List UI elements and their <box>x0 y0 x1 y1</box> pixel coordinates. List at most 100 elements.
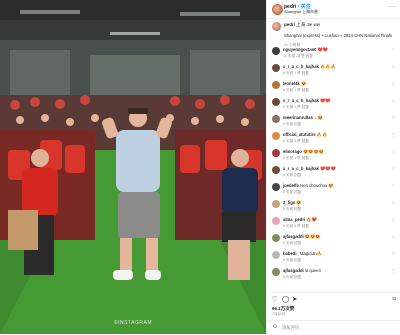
comment-meta[interactable]: 6 天前 1 赞 回复 <box>283 71 309 76</box>
post-dialog: ©INSTAGRAM pedri · 关注 Shanghai 上海市香 ··· … <box>0 0 400 334</box>
comment-text: ❤️❤️❤️ <box>320 166 336 171</box>
commenter-avatar[interactable] <box>272 251 280 259</box>
commenter-avatar[interactable] <box>272 217 280 225</box>
commenter-username[interactable]: alma_pedri <box>283 217 305 222</box>
commenter-username[interactable]: ajfasgaddi <box>283 268 304 273</box>
commenter-avatar[interactable] <box>272 183 280 191</box>
comment-like-icon[interactable]: ♡ <box>392 65 396 71</box>
comment-like-icon[interactable]: ♡ <box>392 116 396 122</box>
comment-icon[interactable]: ◯ <box>282 296 289 303</box>
comment-like-icon[interactable]: ♡ <box>392 235 396 241</box>
commenter-avatar[interactable] <box>272 115 280 123</box>
comment-row: official_atututirs 🔥🔥 6 天前 1 赞 回复 ♡ <box>267 131 400 148</box>
comment-meta[interactable]: 6 天前 1 赞 回复 <box>283 105 309 110</box>
comment-text-line: alma_pedri 🔥❤️ <box>283 217 387 223</box>
caption-username[interactable]: pedri <box>284 22 295 27</box>
commenter-username[interactable]: leonel4k <box>283 81 300 86</box>
emoji-icon[interactable]: ☺ <box>272 324 278 330</box>
bookmark-icon[interactable]: ⌑ <box>393 296 396 303</box>
comment-meta[interactable]: 6 天前 1 赞 回复 <box>283 88 309 93</box>
comment-row: elmorago 😍😍😍😍 6 天前 1 赞 回复 ♡ <box>267 148 400 165</box>
comment-like-icon[interactable]: ♡ <box>392 133 396 139</box>
comment-row: alma_pedri 🔥❤️ 6 天前 3 赞 回复 ♡ <box>267 216 400 233</box>
comment-meta[interactable]: 6 天前 回复 <box>283 258 301 263</box>
comment-row: x_r_a_c_h_kajhak ❤️❤️❤️ 6 天前 回复 ♡ <box>267 165 400 182</box>
commenter-username[interactable]: x_r_a_c_h_kajhak <box>283 98 319 103</box>
commenter-username[interactable]: ajfasgaddi <box>283 234 304 239</box>
commenter-username[interactable]: 2_figs <box>283 200 295 205</box>
comment-like-icon[interactable]: ♡ <box>392 167 396 173</box>
comment-text-line: ajfasgaddi la queen <box>283 268 387 273</box>
comment-text: ❤️❤️ <box>317 47 329 52</box>
caption-text: 上海 Jie wei <box>296 22 321 27</box>
comment-row: 2_figs 😍 6 天前 回复 ♡ <box>267 199 400 216</box>
comment-like-icon[interactable]: ♡ <box>392 184 396 190</box>
photo-watermark: ©INSTAGRAM <box>113 320 153 326</box>
commenter-username[interactable]: meerinanrullas <box>283 115 313 120</box>
commenter-username[interactable]: official_atututirs <box>283 132 316 137</box>
comment-meta[interactable]: 6 天前 回复 <box>283 173 301 178</box>
comment-like-icon[interactable]: ♡ <box>392 269 396 275</box>
commenter-username[interactable]: joedelfo <box>283 183 299 188</box>
more-options-icon[interactable]: ··· <box>389 4 397 10</box>
author-avatar[interactable] <box>272 4 283 15</box>
comment-row: ajfasgaddi la queen 6 天前 回复 ♡ <box>267 267 400 284</box>
comment-like-icon[interactable]: ♡ <box>392 48 396 54</box>
commenter-username[interactable]: nguyenngoctan0 <box>283 47 317 52</box>
comment-meta[interactable]: 6 天前 3 赞 回复 <box>283 224 309 229</box>
commenter-avatar[interactable] <box>272 98 280 106</box>
comment-meta[interactable]: 6 天前 1 赞 回复 <box>283 139 309 144</box>
comment-like-icon[interactable]: ♡ <box>392 252 396 258</box>
commenter-avatar[interactable] <box>272 81 280 89</box>
comment-text: 😍😍😍😍 <box>303 149 324 154</box>
comment-row: meerinanrullas ...😍 6 天前 回复 ♡ <box>267 114 400 131</box>
comment-row: babedi_ Magician🔥 6 天前 回复 ♡ <box>267 250 400 267</box>
commenter-username[interactable]: babedi_ <box>283 251 299 256</box>
commenter-avatar[interactable] <box>272 234 280 242</box>
post-side-panel: pedri · 关注 Shanghai 上海市香 ··· pedri 上海 Ji… <box>266 0 400 334</box>
comment-like-icon[interactable]: ♡ <box>392 201 396 207</box>
commenter-avatar[interactable] <box>272 200 280 208</box>
commenter-avatar[interactable] <box>272 268 280 276</box>
comment-like-icon[interactable]: ♡ <box>392 218 396 224</box>
commenter-avatar[interactable] <box>272 149 280 157</box>
comment-text-line: babedi_ Magician🔥 <box>283 251 387 257</box>
post-date: 7月30日 <box>272 312 286 316</box>
comment-text: 😍😍😍 <box>304 234 321 239</box>
post-header: pedri · 关注 Shanghai 上海市香 ··· <box>267 0 400 19</box>
comment-row: leonel4k 😍 6 天前 1 赞 回复 ♡ <box>267 80 400 97</box>
comment-row: x_r_a_c_h_kajhak 🔥🔥🔥 6 天前 1 赞 回复 ♡ <box>267 63 400 80</box>
comment-text: 😍 <box>300 81 307 86</box>
commenter-avatar[interactable] <box>272 132 280 140</box>
comment-like-icon[interactable]: ♡ <box>392 82 396 88</box>
commenter-username[interactable]: x_r_a_c_h_kajhak <box>283 64 319 69</box>
commenter-avatar[interactable] <box>272 47 280 55</box>
comment-meta[interactable]: 6 天前 1 赞 回复 <box>283 156 309 161</box>
comment-meta[interactable]: 6 天前 回复 <box>283 275 301 280</box>
add-comment-bar: ☺ 添加评论... <box>267 320 400 335</box>
commenter-avatar[interactable] <box>272 166 280 174</box>
comment-meta[interactable]: 6 天前 回复 <box>283 190 301 195</box>
post-photo[interactable]: ©INSTAGRAM <box>0 0 266 334</box>
heart-icon[interactable]: ♡ <box>272 296 278 303</box>
share-icon[interactable]: ➤ <box>292 296 297 303</box>
comment-meta[interactable]: 10 天前 28 赞 回复 <box>283 54 313 59</box>
comment-row: ajfasgaddi 😍😍😍 6 天前 回复 ♡ <box>267 233 400 250</box>
commenter-username[interactable]: x_r_a_c_h_kajhak <box>283 166 319 171</box>
comment-meta[interactable]: 6 天前 回复 <box>283 207 301 212</box>
comment-text-line: x_r_a_c_h_kajhak 🔥🔥🔥 <box>283 64 387 70</box>
comment-like-icon[interactable]: ♡ <box>392 150 396 156</box>
comment-row: joedelfo Hen chouchou 😍 6 天前 回复 ♡ <box>267 182 400 199</box>
caption-avatar[interactable] <box>272 22 281 31</box>
add-comment-input[interactable]: 添加评论... <box>282 325 303 331</box>
commenter-avatar[interactable] <box>272 64 280 72</box>
comment-meta[interactable]: 6 天前 回复 <box>283 122 301 127</box>
comment-like-icon[interactable]: ♡ <box>392 99 396 105</box>
comment-text: ...😍 <box>313 115 323 120</box>
comment-text-line: nguyenngoctan0 ❤️❤️ <box>283 47 387 53</box>
comment-text-line: official_atututirs 🔥🔥 <box>283 132 387 138</box>
commenter-username[interactable]: elmorago <box>283 149 302 154</box>
post-location[interactable]: Shanghai 上海市香 <box>284 9 318 15</box>
comment-text: la queen <box>304 268 321 273</box>
comment-meta[interactable]: 6 天前 回复 <box>283 241 301 246</box>
